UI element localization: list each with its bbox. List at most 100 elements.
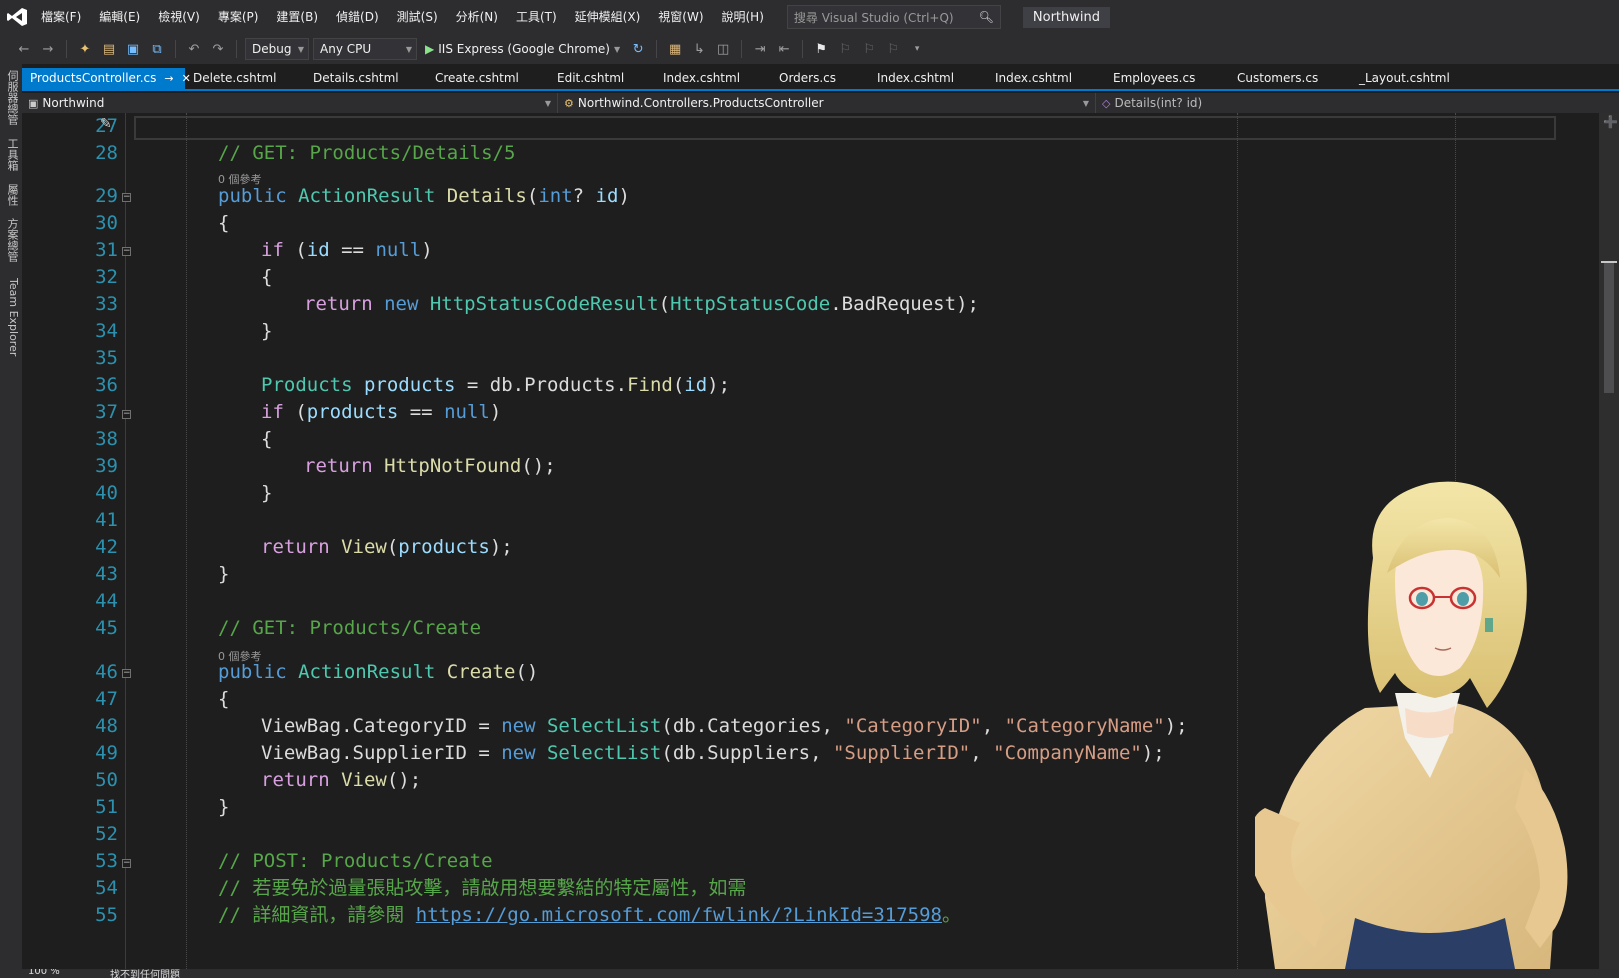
code-line[interactable]: { bbox=[261, 266, 272, 288]
forward-icon[interactable]: → bbox=[38, 39, 58, 59]
code-line[interactable]: } bbox=[218, 563, 229, 585]
menu-item[interactable]: 檔案(F) bbox=[32, 0, 90, 34]
platform-dropdown[interactable]: Any CPU ▼ bbox=[313, 38, 417, 60]
menu-item[interactable]: 專案(P) bbox=[209, 0, 268, 34]
code-line[interactable]: // GET: Products/Create bbox=[218, 617, 481, 639]
code-line[interactable]: // 若要免於過量張貼攻擊，請啟用想要繫結的特定屬性，如需 bbox=[218, 877, 746, 899]
step-into-icon[interactable]: ↳ bbox=[689, 39, 709, 59]
next-bookmark-icon[interactable]: ⚐ bbox=[859, 39, 879, 59]
code-line[interactable]: Products products = db.Products.Find(id)… bbox=[261, 374, 730, 396]
project-dropdown[interactable]: ▣ Northwind ▼ bbox=[22, 93, 558, 113]
member-dropdown[interactable]: ◇ Details(int? id) bbox=[1096, 93, 1619, 113]
code-line[interactable]: // 詳細資訊，請參閱 https://go.microsoft.com/fwl… bbox=[218, 904, 961, 926]
server-explorer-tab[interactable]: 伺服器總管 bbox=[2, 70, 20, 130]
menu-item[interactable]: 工具(T) bbox=[507, 0, 566, 34]
vertical-scrollbar[interactable]: ➕ bbox=[1599, 113, 1619, 969]
scrollbar-thumb[interactable] bbox=[1604, 263, 1614, 393]
collapse-toggle[interactable]: − bbox=[122, 859, 131, 868]
tab-orders-cs[interactable]: Orders.cs bbox=[771, 68, 869, 89]
code-line[interactable]: } bbox=[261, 320, 272, 342]
bookmark-icon[interactable]: ⚑ bbox=[811, 39, 831, 59]
tab-index-cshtml[interactable]: Index.cshtml bbox=[869, 68, 987, 89]
menu-item[interactable]: 分析(N) bbox=[447, 0, 507, 34]
code-line[interactable]: return HttpNotFound(); bbox=[304, 455, 556, 477]
tab-layout-cshtml[interactable]: _Layout.cshtml bbox=[1351, 68, 1471, 89]
back-icon[interactable]: ← bbox=[14, 39, 34, 59]
code-token: 。 bbox=[941, 904, 961, 926]
code-line[interactable]: return View(products); bbox=[261, 536, 513, 558]
open-file-icon[interactable]: ▤ bbox=[99, 39, 119, 59]
collapse-toggle[interactable]: − bbox=[122, 247, 131, 256]
code-line[interactable]: } bbox=[218, 796, 229, 818]
collapse-toggle[interactable]: − bbox=[122, 669, 131, 678]
code-editor[interactable]: 27 28 29 30 31 32 33 34 35 36 37 38 39 40 41 42 43 44 45 46… bbox=[22, 113, 1599, 969]
tab-employees-cs[interactable]: Employees.cs bbox=[1105, 68, 1229, 89]
redo-icon[interactable]: ↷ bbox=[208, 39, 228, 59]
save-all-icon[interactable]: ⧉ bbox=[147, 39, 167, 59]
code-line[interactable]: ViewBag.CategoryID = new SelectList(db.C… bbox=[261, 715, 1188, 737]
menu-item[interactable]: 建置(B) bbox=[267, 0, 327, 34]
save-icon[interactable]: ▣ bbox=[123, 39, 143, 59]
solution-explorer-tab[interactable]: 方案總管 bbox=[2, 218, 20, 272]
toolbox-tab[interactable]: 工具箱 bbox=[2, 138, 20, 178]
line-number: 53 bbox=[95, 850, 118, 872]
configuration-dropdown[interactable]: Debug ▼ bbox=[245, 38, 309, 60]
team-explorer-tab[interactable]: Team Explorer bbox=[2, 278, 20, 378]
tab-index-cshtml[interactable]: Index.cshtml bbox=[987, 68, 1105, 89]
undo-icon[interactable]: ↶ bbox=[184, 39, 204, 59]
code-line[interactable]: if (products == null) bbox=[261, 401, 501, 423]
code-line[interactable]: // POST: Products/Create bbox=[218, 850, 493, 872]
visual-studio-logo-icon[interactable] bbox=[2, 0, 32, 34]
tab-details-cshtml[interactable]: Details.cshtml bbox=[305, 68, 427, 89]
clear-bookmarks-icon[interactable]: ⚐ bbox=[883, 39, 903, 59]
tab-delete-cshtml[interactable]: Delete.cshtml bbox=[185, 68, 305, 89]
code-line[interactable]: if (id == null) bbox=[261, 239, 433, 261]
collapse-toggle[interactable]: − bbox=[122, 193, 131, 202]
previous-bookmark-icon[interactable]: ⚐ bbox=[835, 39, 855, 59]
split-window-icon[interactable]: ➕ bbox=[1603, 115, 1618, 129]
code-line[interactable]: return new HttpStatusCodeResult(HttpStat… bbox=[304, 293, 979, 315]
chevron-down-icon[interactable]: ▼ bbox=[614, 45, 620, 54]
code-line[interactable]: } bbox=[261, 482, 272, 504]
search-icon[interactable]: 🔍︎ bbox=[979, 10, 994, 24]
code-line[interactable]: return View(); bbox=[261, 769, 421, 791]
zoom-level[interactable]: 100 % bbox=[28, 969, 60, 977]
tab-index-cshtml[interactable]: Index.cshtml bbox=[655, 68, 771, 89]
tab-productscontroller[interactable]: ProductsController.cs → ✕ bbox=[22, 68, 191, 89]
code-line[interactable]: { bbox=[218, 688, 229, 710]
toolbar-separator bbox=[175, 40, 176, 58]
code-line[interactable]: { bbox=[261, 428, 272, 450]
code-token: // 若要免於過量張貼攻擊，請啟用想要繫結的特定屬性，如需 bbox=[218, 877, 747, 899]
code-line[interactable]: { bbox=[218, 212, 229, 234]
code-line[interactable]: // GET: Products/Details/5 bbox=[218, 142, 515, 164]
menu-item[interactable]: 測試(S) bbox=[388, 0, 447, 34]
tab-edit-cshtml[interactable]: Edit.cshtml bbox=[549, 68, 655, 89]
menu-item[interactable]: 偵錯(D) bbox=[327, 0, 388, 34]
collapse-toggle[interactable]: − bbox=[122, 410, 131, 419]
toolbar-overflow-icon[interactable]: ▾ bbox=[907, 39, 927, 59]
menu-item[interactable]: 延伸模組(X) bbox=[566, 0, 650, 34]
refresh-icon[interactable]: ↻ bbox=[628, 39, 648, 59]
code-line[interactable]: public ActionResult Details(int? id) bbox=[218, 185, 630, 207]
menu-item[interactable]: 編輯(E) bbox=[90, 0, 149, 34]
quick-launch-search[interactable]: 搜尋 Visual Studio (Ctrl+Q) 🔍︎ bbox=[786, 5, 1001, 29]
code-line[interactable]: public ActionResult Create() bbox=[218, 661, 538, 683]
tab-create-cshtml[interactable]: Create.cshtml bbox=[427, 68, 549, 89]
outdent-icon[interactable]: ⇤ bbox=[774, 39, 794, 59]
code-token: ) bbox=[489, 401, 502, 423]
type-dropdown[interactable]: ⚙ Northwind.Controllers.ProductsControll… bbox=[558, 93, 1096, 113]
menu-item[interactable]: 視窗(W) bbox=[649, 0, 712, 34]
menu-item[interactable]: 檢視(V) bbox=[149, 0, 209, 34]
indent-icon[interactable]: ⇥ bbox=[750, 39, 770, 59]
code-line[interactable]: ViewBag.SupplierID = new SelectList(db.S… bbox=[261, 742, 1165, 764]
issues-indicator[interactable]: 找不到任何問題 bbox=[110, 969, 180, 978]
properties-tab[interactable]: 屬性 bbox=[2, 184, 20, 212]
browser-link-icon[interactable]: ▦ bbox=[665, 39, 685, 59]
toggle-view-icon[interactable]: ◫ bbox=[713, 39, 733, 59]
pin-icon[interactable]: → bbox=[164, 68, 173, 89]
tab-customers-cs[interactable]: Customers.cs bbox=[1229, 68, 1351, 89]
start-debugging-button[interactable]: ▶ IIS Express (Google Chrome) ▼ bbox=[421, 38, 624, 60]
new-project-icon[interactable]: ✦ bbox=[75, 39, 95, 59]
menu-item[interactable]: 說明(H) bbox=[713, 0, 773, 34]
code-hyperlink[interactable]: https://go.microsoft.com/fwlink/?LinkId=… bbox=[416, 904, 942, 926]
